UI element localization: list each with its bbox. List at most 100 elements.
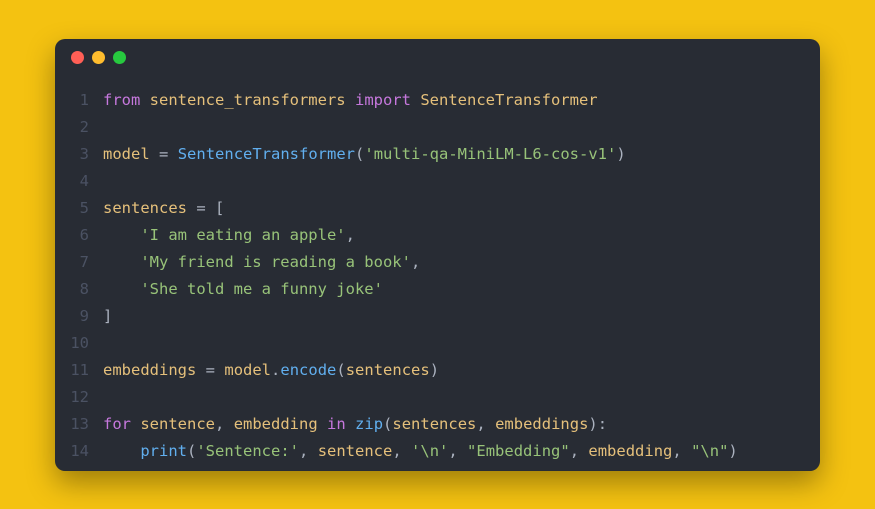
line-number: 11 [55, 357, 103, 384]
token-str: 'She told me a funny joke' [140, 280, 383, 298]
code-line: 6 'I am eating an apple', [55, 222, 820, 249]
token-d [140, 91, 149, 109]
token-id: model [224, 361, 271, 379]
code-line: 13for sentence, embedding in zip(sentenc… [55, 411, 820, 438]
token-d [206, 199, 215, 217]
token-d [150, 145, 159, 163]
line-number: 10 [55, 330, 103, 357]
line-number: 13 [55, 411, 103, 438]
token-str: 'My friend is reading a book' [140, 253, 411, 271]
code-line: 4 [55, 168, 820, 195]
token-id: sentence_transformers [150, 91, 346, 109]
window-titlebar [55, 39, 820, 77]
close-icon[interactable] [71, 51, 84, 64]
code-content: 'My friend is reading a book', [103, 249, 820, 276]
token-d [318, 415, 327, 433]
token-p: ] [103, 307, 112, 325]
token-id: embeddings [103, 361, 196, 379]
code-content [103, 168, 820, 195]
code-content: model = SentenceTransformer('multi-qa-Mi… [103, 141, 820, 168]
token-fn: print [140, 442, 187, 460]
line-number: 7 [55, 249, 103, 276]
token-str: "\n" [691, 442, 728, 460]
code-content: for sentence, embedding in zip(sentences… [103, 411, 820, 438]
code-line: 3model = SentenceTransformer('multi-qa-M… [55, 141, 820, 168]
token-id: SentenceTransformer [420, 91, 597, 109]
code-content: 'I am eating an apple', [103, 222, 820, 249]
code-content: embeddings = model.encode(sentences) [103, 357, 820, 384]
token-cls: SentenceTransformer [178, 145, 355, 163]
token-d [308, 442, 317, 460]
code-content [103, 330, 820, 357]
token-p: , [570, 442, 579, 460]
token-d [224, 415, 233, 433]
token-p: ( [187, 442, 196, 460]
code-line: 11embeddings = model.encode(sentences) [55, 357, 820, 384]
token-p: ( [383, 415, 392, 433]
code-content: sentences = [ [103, 195, 820, 222]
token-d [402, 442, 411, 460]
token-kw: in [327, 415, 346, 433]
token-d [486, 415, 495, 433]
token-p: , [411, 253, 420, 271]
code-content: from sentence_transformers import Senten… [103, 87, 820, 114]
token-d [346, 91, 355, 109]
token-kw: import [355, 91, 411, 109]
token-p: = [159, 145, 168, 163]
minimize-icon[interactable] [92, 51, 105, 64]
token-p: , [476, 415, 485, 433]
token-d [579, 442, 588, 460]
token-d [458, 442, 467, 460]
token-id: embeddings [495, 415, 588, 433]
token-p: ( [336, 361, 345, 379]
token-id: embedding [234, 415, 318, 433]
token-d [131, 415, 140, 433]
code-content [103, 114, 820, 141]
token-id: model [103, 145, 150, 163]
line-number: 14 [55, 438, 103, 465]
line-number: 8 [55, 276, 103, 303]
token-str: '\n' [411, 442, 448, 460]
line-number: 9 [55, 303, 103, 330]
code-line: 7 'My friend is reading a book', [55, 249, 820, 276]
line-number: 5 [55, 195, 103, 222]
token-d [411, 91, 420, 109]
token-fn: encode [280, 361, 336, 379]
token-p: , [215, 415, 224, 433]
token-d [346, 415, 355, 433]
code-editor: 1from sentence_transformers import Sente… [55, 77, 820, 471]
token-fn: zip [355, 415, 383, 433]
code-content: 'She told me a funny joke' [103, 276, 820, 303]
code-content [103, 384, 820, 411]
maximize-icon[interactable] [113, 51, 126, 64]
token-d [103, 280, 140, 298]
token-id: sentence [140, 415, 215, 433]
code-line: 14 print('Sentence:', sentence, '\n', "E… [55, 438, 820, 465]
code-line: 10 [55, 330, 820, 357]
token-d [215, 361, 224, 379]
line-number: 4 [55, 168, 103, 195]
token-p: , [672, 442, 681, 460]
token-p: ) [616, 145, 625, 163]
token-p: = [196, 199, 205, 217]
code-line: 9] [55, 303, 820, 330]
code-content: ] [103, 303, 820, 330]
line-number: 6 [55, 222, 103, 249]
token-d [103, 253, 140, 271]
token-d [187, 199, 196, 217]
line-number: 2 [55, 114, 103, 141]
token-id: sentence [318, 442, 393, 460]
token-p: , [392, 442, 401, 460]
token-id: sentences [103, 199, 187, 217]
token-p: ) [430, 361, 439, 379]
token-p: , [448, 442, 457, 460]
token-kw: for [103, 415, 131, 433]
token-p: ( [355, 145, 364, 163]
code-content: print('Sentence:', sentence, '\n', "Embe… [103, 438, 820, 465]
token-p: [ [215, 199, 224, 217]
code-line: 1from sentence_transformers import Sente… [55, 87, 820, 114]
token-str: 'multi-qa-MiniLM-L6-cos-v1' [364, 145, 616, 163]
token-id: embedding [588, 442, 672, 460]
token-p: ): [588, 415, 607, 433]
token-p: = [206, 361, 215, 379]
